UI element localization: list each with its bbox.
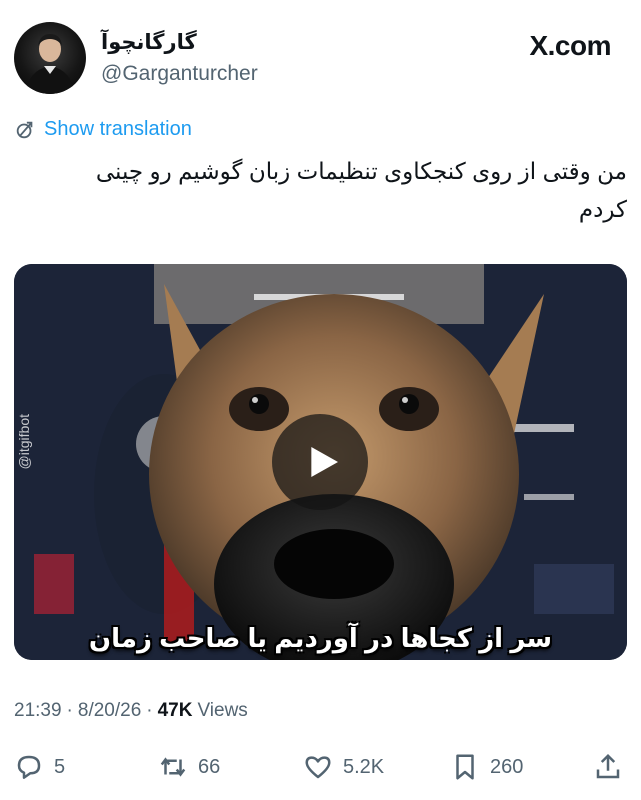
tweet-text: من وقتی از روی کنجکاوی تنظیمات زبان گوشی…: [14, 152, 627, 228]
tweet-actions: 5 66 5.2K 260: [0, 752, 641, 788]
tweet-text-line-2: کردم: [578, 196, 627, 222]
views-label: Views: [197, 700, 248, 721]
translate-icon: [16, 121, 33, 138]
bookmark-icon: [456, 754, 474, 780]
like-button[interactable]: 5.2K: [303, 752, 384, 782]
display-name[interactable]: گارگانچوآ: [101, 30, 197, 55]
meta-separator: ·: [66, 700, 73, 721]
bookmark-count: 260: [490, 755, 524, 778]
play-button[interactable]: [272, 414, 368, 510]
share-button[interactable]: [593, 752, 623, 782]
reply-icon: [17, 755, 41, 779]
tweet-time[interactable]: 21:39: [14, 700, 62, 722]
meta-separator: ·: [146, 700, 153, 721]
x-logo: X.com: [529, 30, 611, 61]
avatar-photo: [26, 34, 74, 94]
views-count[interactable]: 47K: [158, 700, 193, 722]
video-player[interactable]: @itgifbot سر از کجاها در آوردیم یا صاحب …: [14, 264, 627, 660]
like-count: 5.2K: [343, 755, 385, 778]
show-translation-label: Show translation: [44, 118, 192, 140]
repost-icon: [160, 757, 186, 777]
bookmark-button[interactable]: 260: [450, 752, 523, 782]
reply-button[interactable]: 5: [14, 752, 65, 782]
tweet-header: گارگانچوآ @Garganturcher X.com: [0, 0, 641, 100]
tweet-date[interactable]: 8/20/26: [78, 700, 141, 722]
video-watermark: @itgifbot: [16, 414, 32, 470]
play-icon: [311, 447, 338, 477]
show-translation-link[interactable]: Show translation: [14, 118, 192, 141]
repost-button[interactable]: 66: [158, 752, 220, 782]
user-handle[interactable]: @Garganturcher: [101, 62, 258, 86]
share-icon: [596, 753, 620, 779]
tweet-text-line-1: من وقتی از روی کنجکاوی تنظیمات زبان گوشی…: [95, 158, 627, 184]
heart-icon: [305, 756, 331, 779]
tweet-meta: 21:39 · 8/20/26 · 47K Views: [14, 700, 248, 722]
video-caption: سر از کجاها در آوردیم یا صاحب زمان: [88, 623, 553, 653]
avatar[interactable]: [14, 22, 86, 94]
reply-count: 5: [54, 755, 66, 778]
repost-count: 66: [198, 755, 221, 778]
